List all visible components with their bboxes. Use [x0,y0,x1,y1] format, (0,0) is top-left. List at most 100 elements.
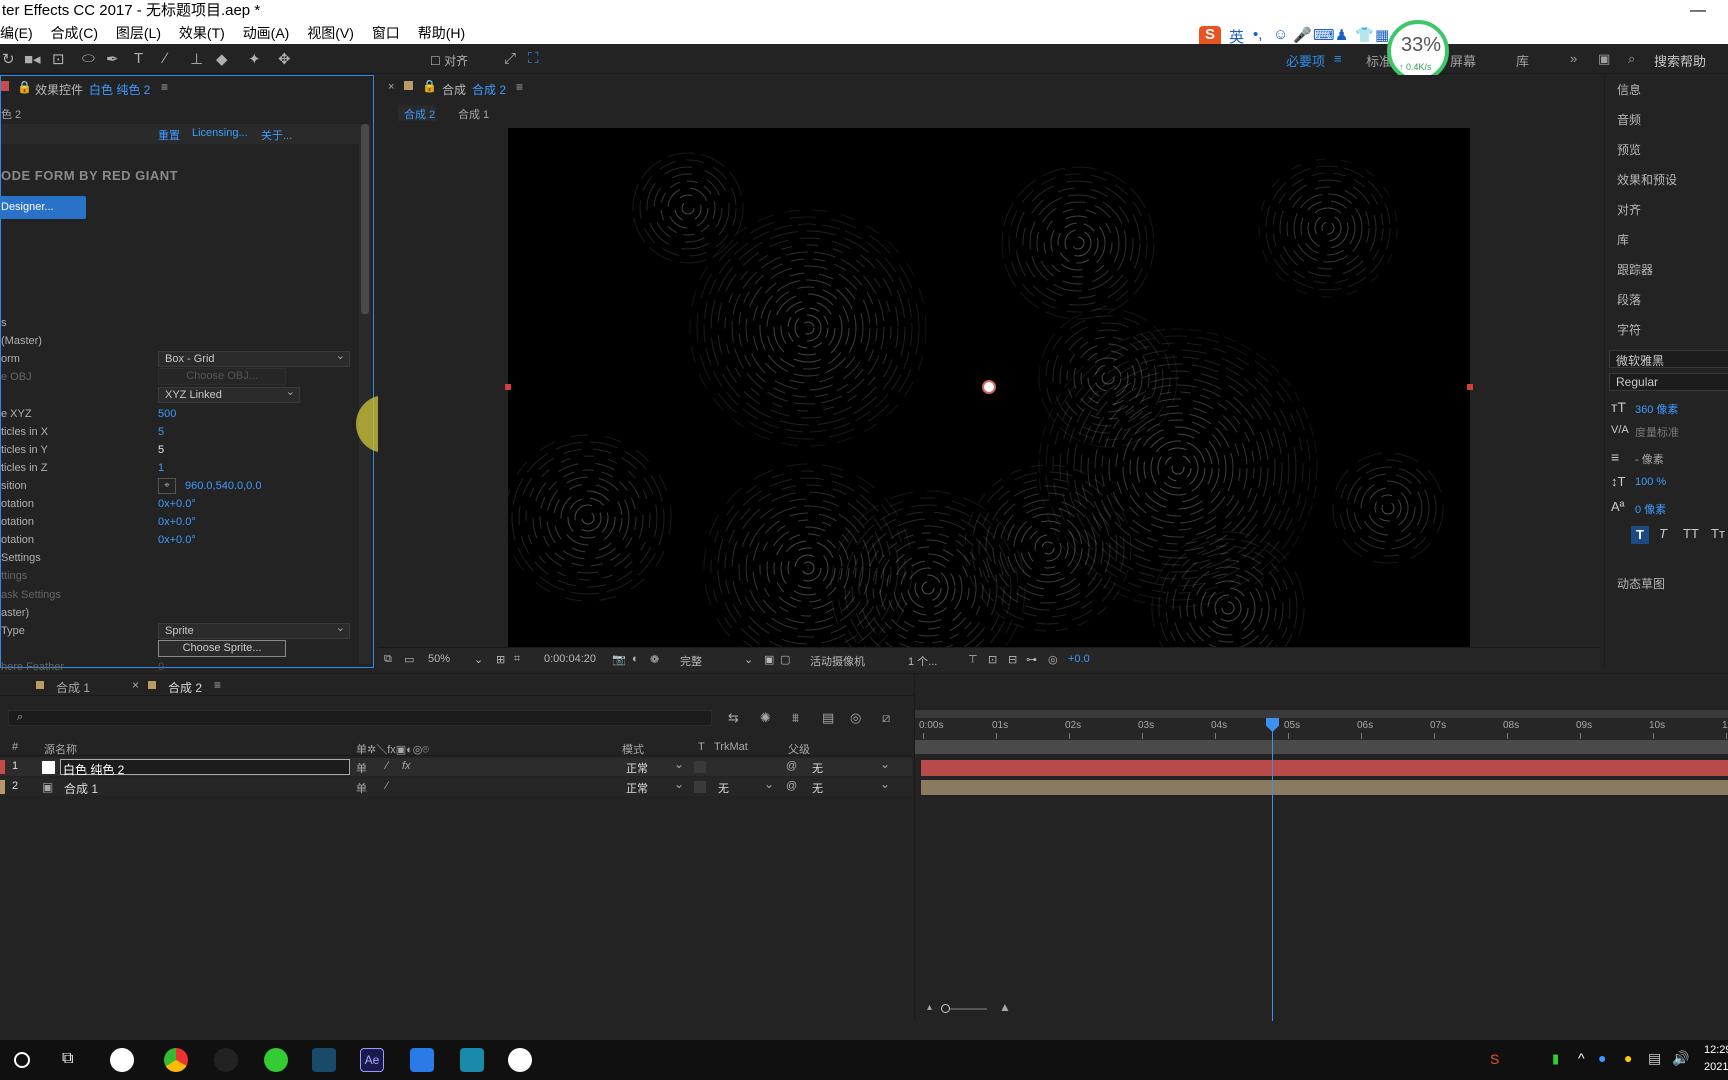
pan-behind-tool-icon[interactable]: ⊡ [52,50,65,68]
views-select[interactable]: 1 个... [908,653,937,669]
type-tool-icon[interactable]: T [134,50,143,67]
tab-menu-icon[interactable]: ≡ [214,678,221,692]
panel-item[interactable]: 库 [1617,231,1629,248]
fx-param-value[interactable]: 0x+0.0° [158,513,196,531]
browser-icon[interactable] [264,1048,288,1072]
stroke-width-value[interactable]: - 像素 [1635,451,1664,467]
fx-param-row[interactable]: sition ⌖ 960.0,540.0,0.0 [1,477,361,495]
fx-param-dropdown[interactable]: XYZ Linked [158,385,300,404]
fx-param-row[interactable]: ticles in X 5 [1,423,361,441]
close-tab-icon[interactable]: × [132,678,139,692]
designer-button[interactable]: Designer... [0,196,86,219]
faux-italic-icon[interactable]: T [1659,526,1667,541]
fx-param-button[interactable]: Choose Sprite... [158,639,286,657]
volume-icon[interactable]: 🔊 [1672,1050,1689,1067]
col-source-name[interactable]: 源名称 [44,741,77,757]
zoom-in-icon[interactable]: ▲ [999,1000,1011,1014]
small-caps-icon[interactable]: Tт [1711,526,1725,541]
battery-icon[interactable]: ▮ [1552,1051,1559,1067]
work-area-bar[interactable] [915,710,1728,718]
timecode[interactable]: 0:00:04:20 [544,653,596,665]
snap-checkbox[interactable]: ☐ 对齐 [430,52,468,69]
camera-select[interactable]: 活动摄像机 [810,653,865,669]
panel-item[interactable]: 字符 [1617,321,1641,338]
user-icon[interactable]: ♟ [1335,26,1348,44]
ellipse-tool-icon[interactable]: ⬭ [82,50,95,67]
playhead-line[interactable] [1272,718,1273,1021]
mask-icon[interactable]: ▢ [780,653,790,666]
fx-param-row[interactable]: Settings [1,549,361,567]
pen-tool-icon[interactable]: ✒ [106,50,119,68]
fx-param-row[interactable]: ticles in Y 5 [1,441,361,459]
skin-icon[interactable]: 👕 [1355,26,1374,44]
preserve-transparency-checkbox[interactable] [694,761,706,773]
comp-mini-flowchart-icon[interactable]: ⇆ [728,710,739,726]
panel-item[interactable]: 段落 [1617,291,1641,308]
chrome-icon[interactable] [164,1048,188,1072]
more-workspaces-icon[interactable]: » [1570,51,1577,66]
zoom-slider-thumb[interactable] [941,1004,950,1013]
shy-switch[interactable]: 单 [356,760,367,776]
fx-param-row[interactable]: e XYZ 500 [1,405,361,423]
layer-row[interactable]: 1 白色 纯色 2 单 ∕ fx 正常 ⌄ @ 无 ⌄ [0,757,912,777]
panel-menu-icon[interactable]: ≡ [161,80,168,94]
tray-sogou-icon[interactable]: S [1490,1051,1499,1067]
flowchart-icon[interactable]: ⊶ [1026,653,1037,666]
panel-item[interactable]: 信息 [1617,81,1641,98]
pickwhip-icon[interactable]: @ [786,760,797,772]
fx-param-value[interactable]: 960.0,540.0,0.0 [185,477,261,495]
grid-icon[interactable]: ▦ [1375,26,1389,44]
zoom-out-icon[interactable]: ▴ [927,1002,932,1013]
panel-item[interactable]: 跟踪器 [1617,261,1653,278]
fx-scrollbar-thumb[interactable] [361,124,369,314]
clock-date[interactable]: 2021 [1704,1061,1728,1073]
fx-param-row[interactable]: otation 0x+0.0° [1,531,361,549]
exposure-value[interactable]: +0.0 [1068,653,1090,665]
motion-sketch-item[interactable]: 动态草图 [1617,575,1665,592]
lock-icon[interactable]: 🔒 [17,80,32,94]
work-area-range[interactable] [915,740,1728,754]
after-effects-icon[interactable]: Ae [360,1048,384,1072]
workspace-menu-icon[interactable]: ≡ [1334,51,1342,66]
trkmat-select[interactable]: 无 ⌄ [712,777,776,795]
panel-item[interactable]: 音频 [1617,111,1641,128]
panel-item[interactable]: 预览 [1617,141,1641,158]
snap-icon[interactable]: ⤢ [504,50,516,67]
fx-param-row[interactable]: otation 0x+0.0° [1,495,361,513]
fast-preview-icon[interactable]: ⊡ [988,653,997,666]
resolution-select[interactable]: 完整 [680,653,702,669]
zoom-chevron-icon[interactable]: ⌄ [474,653,483,666]
blend-mode-select[interactable]: 正常 ⌄ [620,757,688,775]
minimize-button[interactable]: — [1690,0,1706,22]
licensing-link[interactable]: Licensing... [192,127,248,139]
fx-param-button[interactable]: Choose OBJ... [158,368,286,386]
zoom-select[interactable]: 50% [428,653,450,665]
panel-item[interactable]: 效果和预设 [1617,171,1677,188]
fx-switch[interactable]: fx [402,760,411,772]
fx-param-value[interactable]: 5 [158,423,164,441]
workspace-libraries[interactable]: 库 [1516,51,1529,70]
baseline-shift-value[interactable]: 0 像素 [1635,501,1666,517]
layer-row[interactable]: 2 ▣ 合成 1 单 ∕ 正常 ⌄ 无 ⌄ @ 无 ⌄ [0,777,912,796]
fx-param-row[interactable]: Choose Sprite... [1,639,361,658]
expand-icon[interactable]: ⛶ [528,50,539,67]
cortana-icon[interactable] [14,1052,30,1068]
workspace-essentials[interactable]: 必要项 [1286,51,1325,70]
parent-select[interactable]: 无 ⌄ [808,777,894,795]
fx-param-row[interactable]: otation 0x+0.0° [1,513,361,531]
record-icon[interactable] [508,1048,532,1072]
font-family-select[interactable]: 微软雅黑 [1609,350,1728,368]
motion-blur-icon[interactable]: ◎ [850,710,861,726]
vertical-scale-value[interactable]: 100 % [1635,476,1666,488]
always-preview-icon[interactable]: ⧉ [384,653,392,666]
toggle-icon[interactable]: ⊤ [968,653,978,666]
tray-expand-icon[interactable]: ^ [1578,1050,1585,1066]
sogou-app-icon[interactable] [110,1048,134,1072]
breadcrumb-prev[interactable]: 合成 1 [458,106,489,122]
kerning-value[interactable]: 度量标准 [1635,424,1679,440]
fx-param-row[interactable]: ticles in Z 1 [1,459,361,477]
camera-tool-icon[interactable]: ■◂ [24,50,41,68]
fx-param-row[interactable]: s [1,314,361,332]
about-link[interactable]: 关于... [261,127,292,143]
crosshair-icon[interactable]: ⌖ [158,477,176,494]
